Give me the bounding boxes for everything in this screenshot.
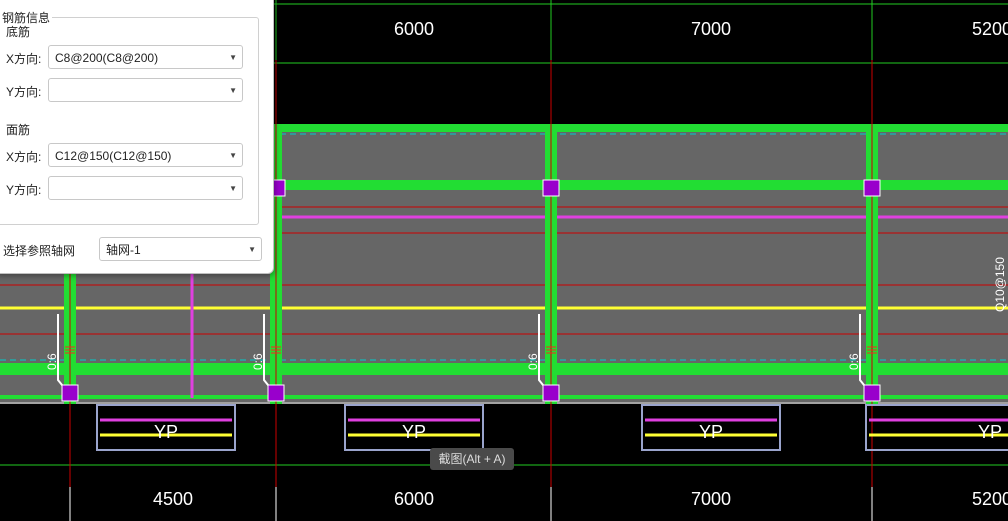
- rebar-info-panel: 钢筋信息 底筋 X方向: C8@200(C8@200) ▼ Y方向: ▼ 面筋 …: [0, 0, 274, 274]
- top-x-combo[interactable]: C12@150(C12@150) ▼: [48, 143, 243, 167]
- chevron-down-icon: ▼: [229, 184, 237, 193]
- bottom-x-label: X方向:: [6, 52, 42, 66]
- dim-bottom: 5200: [972, 489, 1008, 509]
- rebar-side-label: Q10@150: [993, 257, 1007, 312]
- yp-label: YP: [699, 422, 723, 442]
- top-y-label: Y方向:: [6, 183, 42, 197]
- chevron-down-icon: ▼: [229, 86, 237, 95]
- axis-grid-value: 轴网-1: [106, 243, 141, 257]
- chevron-down-icon: ▼: [229, 151, 237, 160]
- top-y-combo[interactable]: ▼: [48, 176, 243, 200]
- column[interactable]: [61, 384, 79, 402]
- yp-element[interactable]: YP: [865, 404, 1008, 451]
- slope-label: 0:6: [251, 353, 265, 370]
- bottom-y-label: Y方向:: [6, 85, 42, 99]
- top-x-value: C12@150(C12@150): [55, 149, 172, 163]
- chevron-down-icon: ▼: [248, 245, 256, 254]
- bottom-x-combo[interactable]: C8@200(C8@200) ▼: [48, 45, 243, 69]
- yp-label: YP: [978, 422, 1002, 442]
- axis-grid-combo[interactable]: 轴网-1 ▼: [99, 237, 262, 261]
- column[interactable]: [542, 179, 560, 197]
- rebar-info-group: 钢筋信息 底筋 X方向: C8@200(C8@200) ▼ Y方向: ▼ 面筋 …: [0, 9, 259, 225]
- column[interactable]: [542, 384, 560, 402]
- top-x-label: X方向:: [6, 150, 42, 164]
- axis-grid-label: 选择参照轴网: [3, 244, 76, 258]
- yp-label: YP: [154, 422, 178, 442]
- dim-bottom: 6000: [394, 489, 434, 509]
- bottom-rebar-title: 底筋: [6, 25, 31, 39]
- column[interactable]: [267, 384, 285, 402]
- yp-label: YP: [402, 422, 426, 442]
- bottom-y-combo[interactable]: ▼: [48, 78, 243, 102]
- yp-element[interactable]: YP: [96, 404, 236, 451]
- top-rebar-title: 面筋: [6, 123, 31, 137]
- chevron-down-icon: ▼: [229, 53, 237, 62]
- column[interactable]: [863, 179, 881, 197]
- dim-top: 7000: [691, 19, 731, 39]
- slope-label: 0:6: [526, 353, 540, 370]
- yp-element[interactable]: YP: [641, 404, 781, 451]
- column[interactable]: [863, 384, 881, 402]
- bottom-x-value: C8@200(C8@200): [55, 51, 159, 65]
- slope-label: 0:6: [45, 353, 59, 370]
- dim-bottom: 4500: [153, 489, 193, 509]
- slope-label: 0:6: [847, 353, 861, 370]
- dim-top: 5200: [972, 19, 1008, 39]
- edge-beam[interactable]: [0, 395, 1008, 399]
- dim-bottom: 7000: [691, 489, 731, 509]
- yp-element[interactable]: YP: [344, 404, 484, 451]
- screenshot-tooltip: 截图(Alt + A): [430, 448, 514, 470]
- dim-top: 6000: [394, 19, 434, 39]
